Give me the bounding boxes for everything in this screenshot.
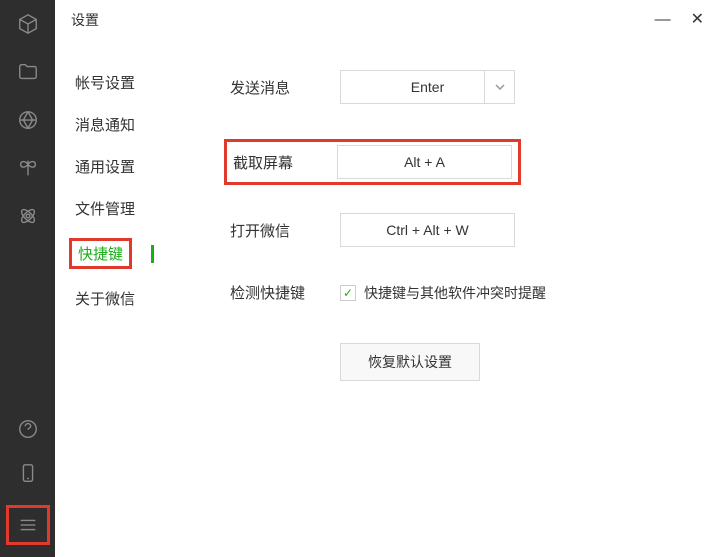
atom-icon[interactable]	[16, 204, 40, 228]
titlebar: 设置 — ✕	[55, 0, 720, 40]
butterfly-icon[interactable]	[16, 156, 40, 180]
open-wechat-input[interactable]: Ctrl + Alt + W	[340, 213, 515, 247]
aperture-icon[interactable]	[16, 108, 40, 132]
nav-tab-notification[interactable]: 消息通知	[75, 112, 190, 137]
highlight-box-screenshot: 截取屏幕 Alt + A	[224, 139, 521, 185]
nav-tab-general[interactable]: 通用设置	[75, 154, 190, 179]
nav-tab-about[interactable]: 关于微信	[75, 286, 190, 311]
detect-label: 检测快捷键	[230, 282, 340, 303]
setting-row-open-wechat: 打开微信 Ctrl + Alt + W	[230, 213, 690, 247]
settings-window: 设置 — ✕ 帐号设置 消息通知 通用设置 文件管理 快捷键 关于微信 发送消息…	[55, 0, 720, 557]
close-button[interactable]: ✕	[691, 12, 704, 28]
setting-row-send-message: 发送消息 Enter	[230, 70, 690, 104]
screenshot-input[interactable]: Alt + A	[337, 145, 512, 179]
folder-icon[interactable]	[16, 60, 40, 84]
detect-checkbox[interactable]: ✓	[340, 285, 356, 301]
nav-tab-account[interactable]: 帐号设置	[75, 70, 190, 95]
minimize-button[interactable]: —	[655, 12, 671, 28]
nav-tab-files[interactable]: 文件管理	[75, 196, 190, 221]
miniprogram-icon[interactable]	[16, 417, 40, 441]
open-wechat-label: 打开微信	[230, 220, 340, 241]
open-wechat-value: Ctrl + Alt + W	[386, 222, 468, 238]
send-message-label: 发送消息	[230, 77, 340, 98]
cube-icon[interactable]	[16, 12, 40, 36]
app-sidebar	[0, 0, 55, 557]
screenshot-value: Alt + A	[404, 154, 445, 170]
settings-nav: 帐号设置 消息通知 通用设置 文件管理 快捷键 关于微信	[75, 70, 190, 381]
setting-row-detect: 检测快捷键 ✓ 快捷键与其他软件冲突时提醒	[230, 282, 690, 303]
send-message-value: Enter	[411, 79, 444, 95]
detect-checkbox-label: 快捷键与其他软件冲突时提醒	[364, 283, 546, 303]
screenshot-label: 截取屏幕	[233, 152, 337, 173]
window-title: 设置	[71, 10, 99, 30]
reset-defaults-button[interactable]: 恢复默认设置	[340, 343, 480, 381]
settings-panel: 发送消息 Enter 截取屏幕 Alt + A 打开微信	[190, 70, 720, 381]
chevron-down-icon	[484, 71, 514, 103]
highlight-box-menu	[6, 505, 50, 545]
send-message-select[interactable]: Enter	[340, 70, 515, 104]
hamburger-menu-icon[interactable]	[16, 513, 40, 537]
mobile-icon[interactable]	[16, 461, 40, 485]
nav-tab-shortcuts[interactable]: 快捷键	[69, 238, 132, 269]
